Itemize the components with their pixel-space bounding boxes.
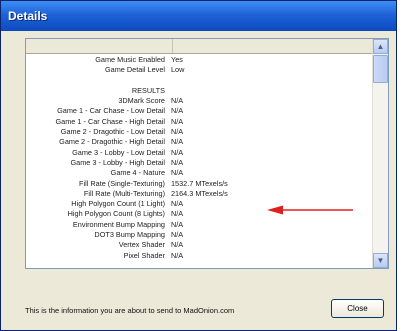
list-item[interactable]: Pixel Shader N/A xyxy=(26,251,372,261)
row-label: 3DMark Score xyxy=(118,96,165,106)
row-label: Game 1 - Car Chase - High Detail xyxy=(55,116,166,126)
column-header-name[interactable] xyxy=(26,39,173,53)
row-value: N/A xyxy=(171,209,184,219)
list-item[interactable]: Game 2 - Dragothic - High Detail N/A xyxy=(26,137,372,147)
list-item[interactable]: Environment Bump Mapping N/A xyxy=(26,220,372,230)
info-message: This is the information you are about to… xyxy=(25,306,235,315)
list-item[interactable]: 3DMark Score N/A xyxy=(26,96,372,106)
row-value: N/A xyxy=(171,219,184,229)
list-item[interactable]: Game 3 - Lobby - Low Detail N/A xyxy=(26,148,372,158)
window-title: Details xyxy=(8,9,48,23)
row-label: Vertex Shader xyxy=(118,240,165,250)
vertical-scrollbar[interactable]: ▲ ▼ xyxy=(372,39,388,268)
row-label: Fill Rate (Single-Texturing) xyxy=(79,178,165,188)
list-item[interactable]: Game 3 - Lobby - High Detail N/A xyxy=(26,158,372,168)
list-item[interactable]: Game Detail Level Low xyxy=(26,65,372,75)
row-value: N/A xyxy=(171,230,184,240)
chevron-up-icon: ▲ xyxy=(376,42,385,51)
list-item[interactable]: RESULTS xyxy=(26,86,372,96)
row-value: Yes xyxy=(171,55,183,64)
row-value: N/A xyxy=(171,199,184,209)
row-value: N/A xyxy=(171,250,184,260)
list-item[interactable]: Fill Rate (Multi-Texturing) 2164.3 MTexel… xyxy=(26,189,372,199)
row-label: Game 3 - Lobby - High Detail xyxy=(70,157,166,167)
list-rows: Game Music Enabled Yes Game Detail Level Lo… xyxy=(26,55,372,268)
column-header-value[interactable] xyxy=(173,39,372,53)
row-value: N/A xyxy=(171,116,184,126)
row-label: Game Detail Level xyxy=(104,65,165,75)
row-value: N/A xyxy=(171,96,184,106)
row-value: 1532.7 MTexels/s xyxy=(171,178,228,188)
row-label: High Polygon Count (8 Lights) xyxy=(67,209,165,219)
row-label: RESULTS xyxy=(131,85,165,95)
row-label: Environment Bump Mapping xyxy=(72,219,165,229)
list-header xyxy=(26,39,372,54)
row-label: Game 1 - Car Chase - Low Detail xyxy=(57,106,165,116)
details-window: Details Game Music Enabled Yes Game Detail… xyxy=(0,0,397,331)
list-item[interactable]: Vertex Shader N/A xyxy=(26,240,372,250)
list-item[interactable]: Game 4 - Nature N/A xyxy=(26,168,372,178)
row-value: 2164.3 MTexels/s xyxy=(171,188,228,198)
row-value: Low xyxy=(171,65,185,75)
row-value: N/A xyxy=(171,127,184,137)
chevron-down-icon: ▼ xyxy=(376,256,385,265)
details-list[interactable]: Game Music Enabled Yes Game Detail Level Lo… xyxy=(25,38,389,269)
title-bar[interactable]: Details xyxy=(1,1,396,31)
row-value: N/A xyxy=(171,106,184,116)
row-label: DOT3 Bump Mapping xyxy=(94,230,165,240)
list-item[interactable]: Game Music Enabled Yes xyxy=(26,55,372,65)
row-label: Game 2 - Dragothic - High Detail xyxy=(59,137,165,147)
row-value: N/A xyxy=(171,157,184,167)
row-value: N/A xyxy=(171,137,184,147)
row-label: Game 3 - Lobby - Low Detail xyxy=(72,147,165,157)
row-label: Game 2 - Dragothic - Low Detail xyxy=(60,127,165,137)
scroll-down-button[interactable]: ▼ xyxy=(373,253,388,268)
list-item[interactable]: DOT3 Bump Mapping N/A xyxy=(26,230,372,240)
red-arrow-annotation xyxy=(267,205,353,215)
row-label: Pixel Shader xyxy=(123,250,165,260)
row-value: N/A xyxy=(171,168,184,178)
row-label: Fill Rate (Multi-Texturing) xyxy=(83,188,165,198)
list-item[interactable]: Game 1 - Car Chase - Low Detail N/A xyxy=(26,106,372,116)
row-label: High Polygon Count (1 Light) xyxy=(71,199,165,209)
row-value: N/A xyxy=(171,147,184,157)
list-item[interactable]: Fill Rate (Single-Texturing) 1532.7 MTexe… xyxy=(26,179,372,189)
list-item[interactable] xyxy=(26,76,372,86)
row-label: Game Music Enabled xyxy=(95,55,165,64)
scroll-thumb[interactable] xyxy=(373,55,388,83)
row-label: Game 4 - Nature xyxy=(110,168,165,178)
close-button[interactable]: Close xyxy=(331,299,384,318)
list-item[interactable]: Game 1 - Car Chase - High Detail N/A xyxy=(26,117,372,127)
scroll-up-button[interactable]: ▲ xyxy=(373,39,388,54)
row-value: N/A xyxy=(171,240,184,250)
list-item[interactable]: Game 2 - Dragothic - Low Detail N/A xyxy=(26,127,372,137)
